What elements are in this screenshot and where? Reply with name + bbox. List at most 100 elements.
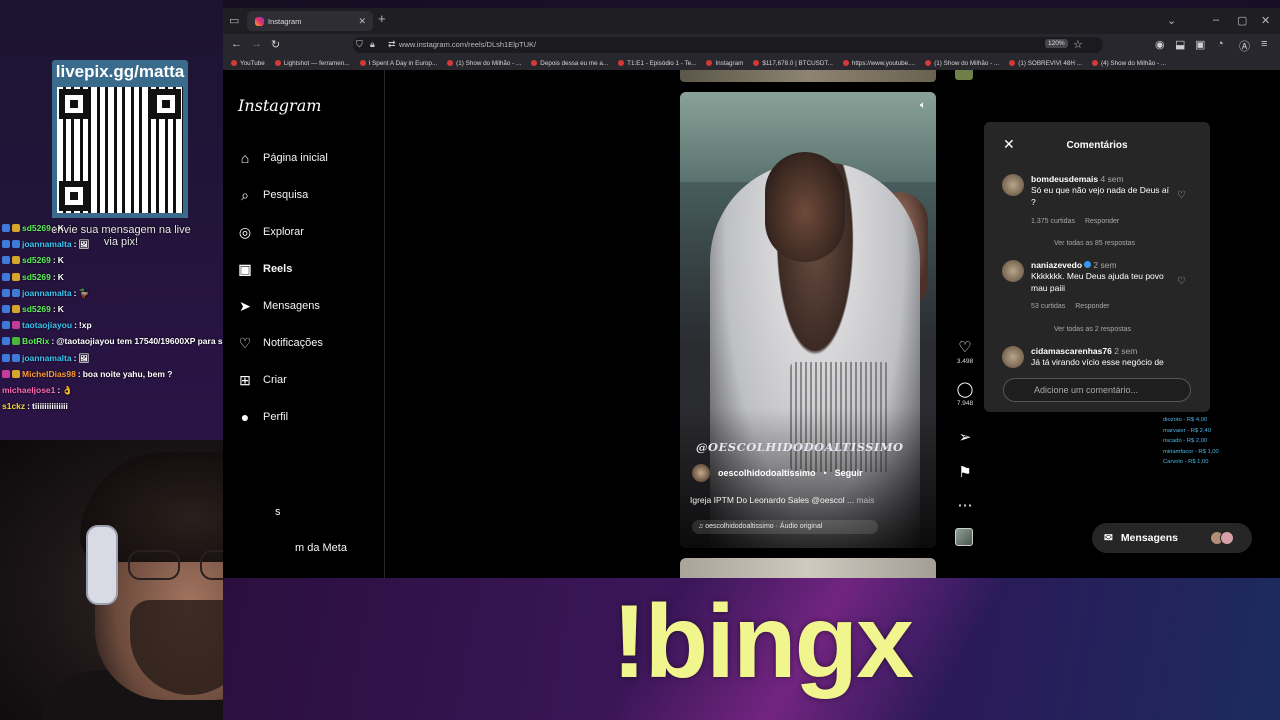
bookmark-item[interactable]: Lightshot — ferramen... — [274, 60, 350, 67]
nav-item-reels[interactable]: ▣ Reels — [237, 258, 292, 280]
nav-threads[interactable]: s — [275, 501, 281, 523]
back-icon[interactable]: ← — [231, 38, 242, 50]
nav-item-pesquisa[interactable]: ⌕ Pesquisa — [237, 184, 308, 206]
navigation-bar: ← → ↻ www.instagram.com/reels/DLsh1ElpTU… — [223, 34, 1280, 56]
bookmark-item[interactable]: $117,678.0 | BTCUSDT... — [753, 60, 833, 67]
previous-reel-preview[interactable] — [680, 70, 936, 82]
nav-item-criar[interactable]: ⊞ Criar — [237, 369, 287, 391]
bookmark-item[interactable]: (4) Show do Milhão - ... — [1091, 60, 1166, 67]
nav-item-explorar[interactable]: ◎ Explorar — [237, 221, 304, 243]
ig-logo[interactable]: Instagram — [238, 96, 321, 115]
headset-left-icon — [86, 525, 118, 605]
follow-button[interactable]: Seguir — [835, 468, 863, 478]
extension-icon[interactable]: ◉ — [1155, 38, 1165, 51]
nav-item-notificações[interactable]: ♡ Notificações — [237, 332, 323, 354]
reel-author-avatar[interactable] — [692, 464, 710, 482]
menu-icon[interactable]: ≡ — [1261, 38, 1267, 50]
permissions-icon[interactable]: ⇄ — [388, 39, 396, 50]
reel-author-name[interactable]: oescolhidodoaltissimo — [718, 468, 816, 478]
sound-icon[interactable]: 🔈︎ — [920, 100, 926, 111]
share-button[interactable]: ➢ — [953, 428, 977, 446]
chat-separator: : — [52, 271, 56, 282]
tab-dropdown-icon[interactable]: ⌄ — [1167, 14, 1176, 27]
bookmark-item[interactable]: Instagram — [706, 60, 743, 67]
reel-audio-chip[interactable]: ♫ oescolhidodoaltissimo · Áudio original — [692, 520, 878, 534]
bookmark-item[interactable]: (1) SOBREVIVI 48H ... — [1009, 60, 1082, 67]
pocket-icon[interactable]: ⬓ — [1175, 38, 1185, 51]
comment-button[interactable]: ◯ 7.948 — [953, 380, 977, 407]
bookmark-star-icon[interactable]: ☆ — [1073, 38, 1083, 51]
comment-input[interactable]: Adicione um comentário... — [1003, 378, 1191, 402]
profile-icon[interactable]: ◔ — [1217, 38, 1224, 50]
comment-username[interactable]: bomdeusdemais — [1031, 174, 1098, 184]
lock-icon[interactable]: 🔒︎ — [370, 39, 375, 50]
like-button[interactable]: ♡ 3.498 — [953, 338, 977, 365]
bookmark-item[interactable]: (1) Show do Milhão - ... — [925, 60, 999, 67]
comment-username[interactable]: naniazevedo — [1031, 260, 1082, 270]
comments-title: Comentários — [1066, 140, 1128, 151]
favicon-icon — [925, 60, 932, 66]
messenger-icon: ✉ — [1104, 532, 1113, 544]
comment-header: bomdeusdemais 4 sem — [1031, 174, 1124, 184]
nav-meta[interactable]: m da Meta — [295, 537, 347, 559]
next-reel-thumb-icon[interactable] — [955, 70, 973, 80]
chat-separator: : — [77, 368, 81, 379]
addon-icon[interactable]: ▣ — [1195, 38, 1205, 51]
minimize-icon[interactable]: – — [1213, 14, 1219, 26]
messages-button[interactable]: ✉ Mensagens — [1092, 523, 1252, 553]
bookmark-label: (1) SOBREVIVI 48H ... — [1018, 59, 1082, 67]
more-options-button[interactable]: ⋯ — [953, 496, 977, 514]
nav-item-página-inicial[interactable]: ⌂ Página inicial — [237, 147, 328, 169]
reels-icon: ▣ — [238, 260, 252, 277]
url-input[interactable]: www.instagram.com/reels/DLsh1ElpTUK/ — [353, 37, 1103, 53]
chat-text: K — [57, 223, 64, 234]
comment-avatar[interactable] — [1002, 346, 1024, 368]
new-tab-icon[interactable]: + — [378, 11, 386, 26]
comment-like-icon[interactable]: ♡ — [1177, 276, 1186, 287]
favicon-icon — [274, 60, 281, 66]
donation-list: diozoto - R$ 4,00 marvaier - R$ 2,40 risca… — [1163, 415, 1243, 468]
chat-separator: : — [73, 239, 77, 250]
reload-icon[interactable]: ↻ — [271, 38, 280, 51]
nav-item-perfil[interactable]: ● Perfil — [237, 406, 288, 428]
tab-list-icon[interactable]: ▭ — [229, 14, 239, 27]
save-button[interactable]: ⚑ — [953, 463, 977, 481]
bookmark-item[interactable]: YouTube — [231, 60, 265, 67]
close-tab-icon[interactable]: ✕ — [358, 16, 366, 27]
comment-like-icon[interactable]: ♡ — [1177, 190, 1186, 201]
message-avatar — [1220, 531, 1234, 545]
view-replies-link[interactable]: Ver todas as 85 respostas — [1054, 240, 1135, 247]
maximize-icon[interactable]: ▢ — [1237, 14, 1247, 27]
caption-more-link[interactable]: mais — [856, 495, 874, 505]
bookmark-item[interactable]: (1) Show do Milhão - ... — [447, 60, 521, 67]
forward-icon[interactable]: → — [251, 38, 262, 50]
next-reel-preview[interactable] — [680, 558, 936, 578]
comment-icon: ◯ — [956, 381, 974, 398]
comment-likes: 53 curtidas — [1031, 303, 1066, 310]
comment-text: Já tá virando vício esse negócio de — [1031, 357, 1164, 367]
shield-icon[interactable]: ⛉ — [356, 39, 363, 50]
donation-entry: diozoto - R$ 4,00 — [1163, 417, 1208, 423]
reply-button[interactable]: Responder — [1075, 303, 1109, 310]
comment-username[interactable]: cidamascarenhas76 — [1031, 346, 1112, 356]
reel-caption: Igreja IPTM Do Leonardo Sales @oescol ..… — [690, 495, 874, 505]
bookmark-item[interactable]: https://www.youtube.... — [842, 60, 915, 67]
chat-username: joannamalta — [22, 239, 72, 250]
bookmark-item[interactable]: I Spent A Day in Europ... — [359, 60, 437, 67]
nav-item-mensagens[interactable]: ➤ Mensagens — [237, 295, 320, 317]
close-window-icon[interactable]: ✕ — [1261, 14, 1270, 27]
audio-thumbnail[interactable] — [955, 528, 973, 546]
zoom-level[interactable]: 120% — [1045, 39, 1068, 48]
chat-badge-icon — [2, 288, 10, 297]
translate-icon[interactable]: Ⓐ — [1239, 38, 1250, 54]
view-replies-link[interactable]: Ver todas as 2 respostas — [1054, 326, 1131, 333]
bookmark-item[interactable]: T1:E1 - Episódio 1 - Te... — [618, 60, 696, 67]
tab-instagram[interactable]: Instagram ✕ — [247, 11, 373, 31]
reply-button[interactable]: Responder — [1085, 218, 1119, 225]
comment-avatar[interactable] — [1002, 260, 1024, 282]
comment-avatar[interactable] — [1002, 174, 1024, 196]
reel-video[interactable]: 🔈︎ @OESCOLHIDODOALTISSIMO oescolhidodoal… — [680, 92, 936, 548]
chat-badge-icon — [12, 353, 20, 362]
bookmark-item[interactable]: Depois dessa eu me a... — [531, 60, 608, 67]
chat-text: 🖼 — [78, 352, 90, 363]
